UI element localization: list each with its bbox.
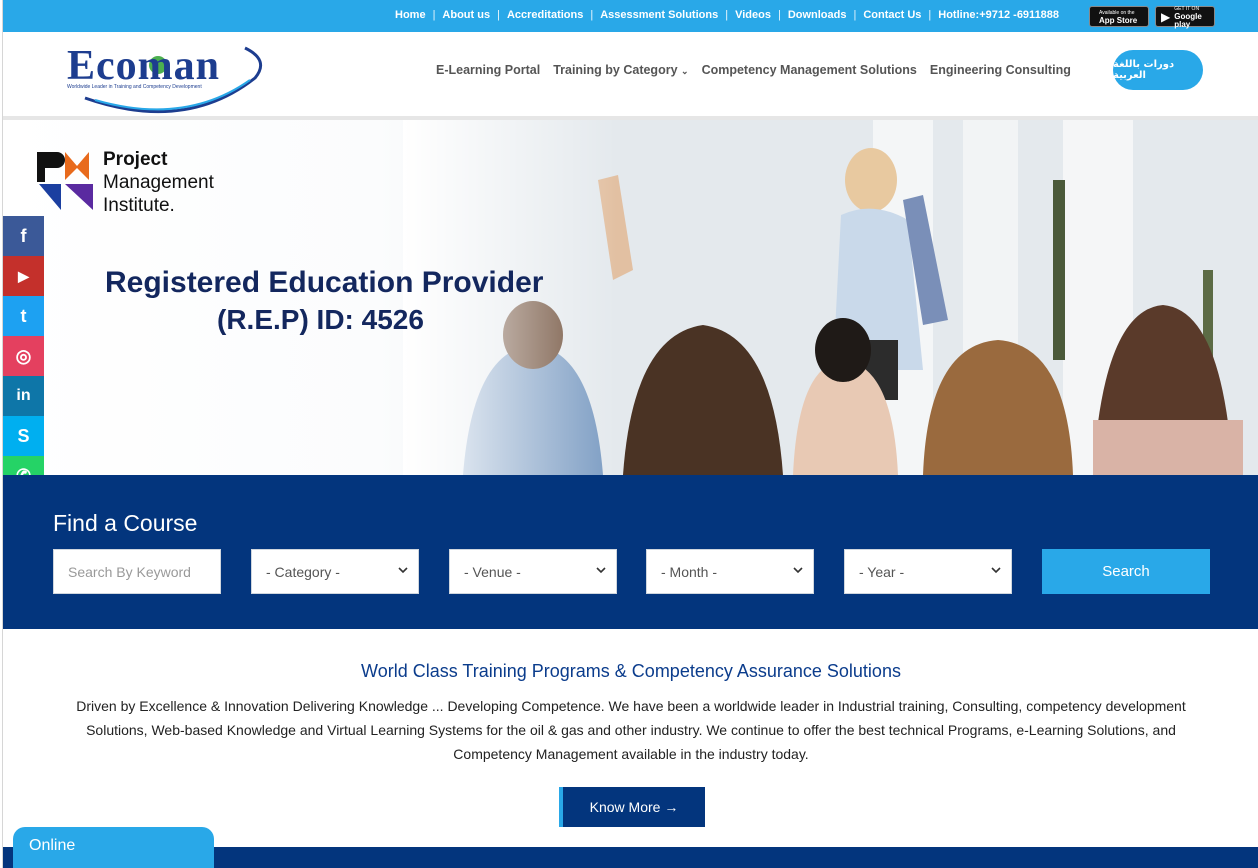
month-select[interactable]: - Month - xyxy=(646,549,814,594)
separator: | xyxy=(853,9,857,21)
pmi-mark-icon xyxy=(37,152,93,210)
intro-text: Driven by Excellence & Innovation Delive… xyxy=(76,698,1186,762)
find-course-section: Find a Course Search By Keyword - Catego… xyxy=(3,475,1258,629)
nav-engineering-consulting[interactable]: Engineering Consulting xyxy=(930,63,1071,77)
main-nav: E-Learning Portal Training by Category ⌄… xyxy=(436,63,1084,77)
youtube-icon[interactable]: ▶ xyxy=(3,256,44,296)
venue-select[interactable]: - Venue - xyxy=(449,549,617,594)
appstore-big: App Store xyxy=(1099,15,1138,25)
chevron-down-icon xyxy=(991,567,1001,574)
know-more-button[interactable]: Know More → xyxy=(559,787,705,827)
pmi-line-management: Management xyxy=(103,172,214,193)
skype-icon[interactable]: S xyxy=(3,416,44,456)
pmi-logo: Project Management Institute. xyxy=(35,148,235,217)
venue-value: - Venue - xyxy=(464,563,521,580)
arabic-courses-button[interactable]: دورات باللغة العربية xyxy=(1113,50,1203,90)
instagram-icon[interactable]: ◎ xyxy=(3,336,44,376)
app-store-badge[interactable]: Available on the App Store xyxy=(1089,6,1149,27)
logo-word: Ecoman xyxy=(67,43,220,89)
month-value: - Month - xyxy=(661,563,718,580)
year-value: - Year - xyxy=(859,563,905,580)
keyword-search-input[interactable]: Search By Keyword xyxy=(53,549,221,594)
chevron-down-icon xyxy=(398,567,408,574)
top-bar: Home | About us | Accreditations | Assessme… xyxy=(3,0,1258,32)
pmi-line-institute: Institute. xyxy=(103,195,175,216)
top-link-accreditations[interactable]: Accreditations xyxy=(507,9,583,21)
top-link-contact[interactable]: Contact Us xyxy=(863,9,921,21)
chevron-down-icon xyxy=(596,567,606,574)
online-chat-button[interactable]: Online xyxy=(13,827,214,868)
top-link-videos[interactable]: Videos xyxy=(735,9,771,21)
nav-training-by-category[interactable]: Training by Category ⌄ xyxy=(553,63,688,77)
nav-competency-management[interactable]: Competency Management Solutions xyxy=(702,63,917,77)
top-link-home[interactable]: Home xyxy=(395,9,426,21)
googleplay-big: Google play xyxy=(1174,11,1202,29)
category-value: - Category - xyxy=(266,563,340,580)
pmi-line-project: Project xyxy=(103,149,168,170)
header: Ecoman Worldwide Leader in Training and … xyxy=(3,32,1258,120)
ecoman-logo[interactable]: Ecoman Worldwide Leader in Training and … xyxy=(65,38,270,114)
hero-subtitle: (R.E.P) ID: 4526 xyxy=(217,304,424,335)
chevron-down-icon: ⌄ xyxy=(681,66,689,76)
hero-banner: Project Management Institute. Registered… xyxy=(3,120,1258,475)
pmi-text: Project Management Institute. xyxy=(103,148,214,217)
search-button[interactable]: Search xyxy=(1042,549,1210,594)
top-link-downloads[interactable]: Downloads xyxy=(788,9,847,21)
hero-title: Registered Education Provider xyxy=(105,266,544,299)
top-link-assessment[interactable]: Assessment Solutions xyxy=(600,9,718,21)
nav-training-label: Training by Category xyxy=(553,63,678,77)
play-icon: ▶ xyxy=(1161,9,1171,24)
hotline-link[interactable]: Hotline:+9712 -6911888 xyxy=(938,9,1059,21)
year-select[interactable]: - Year - xyxy=(844,549,1012,594)
separator: | xyxy=(432,9,436,21)
separator: | xyxy=(928,9,932,21)
twitter-icon[interactable]: t xyxy=(3,296,44,336)
page: Home | About us | Accreditations | Assessme… xyxy=(2,0,1258,868)
nav-elearning-portal[interactable]: E-Learning Portal xyxy=(436,63,540,77)
intro-title: World Class Training Programs & Competen… xyxy=(361,661,901,681)
chevron-down-icon xyxy=(793,567,803,574)
logo-tagline: Worldwide Leader in Training and Compete… xyxy=(67,84,202,90)
linkedin-icon[interactable]: in xyxy=(3,376,44,416)
separator: | xyxy=(725,9,729,21)
top-link-about[interactable]: About us xyxy=(442,9,490,21)
separator: | xyxy=(497,9,500,21)
social-sidebar: f ▶ t ◎ in S ✆ xyxy=(3,216,44,496)
find-course-heading: Find a Course xyxy=(53,510,198,536)
separator: | xyxy=(590,9,594,21)
category-select[interactable]: - Category - xyxy=(251,549,419,594)
top-links: Home | About us | Accreditations | Assessme… xyxy=(395,9,1059,21)
google-play-badge[interactable]: ▶ GET IT ON Google play xyxy=(1155,6,1215,29)
facebook-icon[interactable]: f xyxy=(3,216,44,256)
separator: | xyxy=(777,9,781,21)
